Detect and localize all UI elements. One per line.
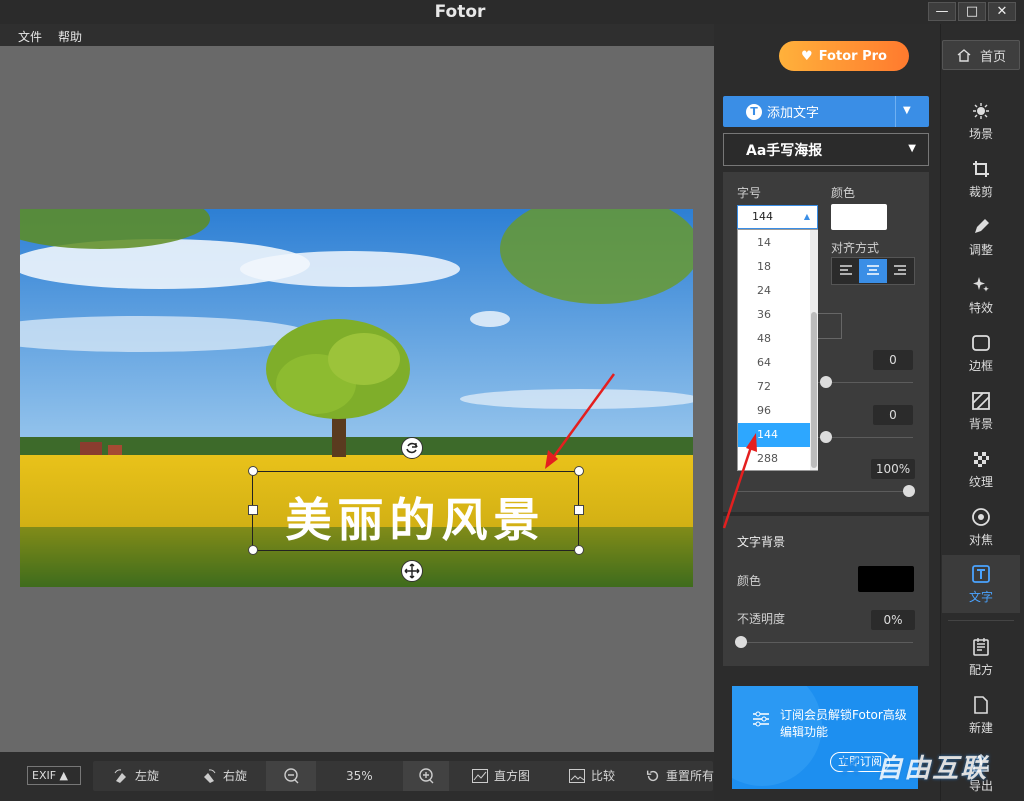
annotation-arrows [545,373,757,529]
